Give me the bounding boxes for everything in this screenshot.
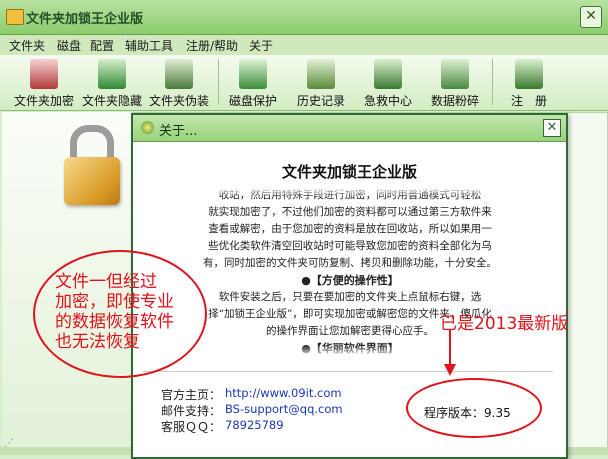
- product-name: 文件夹加锁王企业版: [281, 163, 417, 181]
- intro-line: 些优化类软件清空回收站时可能导致您加密的资料全部化为乌: [208, 240, 492, 252]
- dialog-close-button[interactable]: ✕: [543, 119, 561, 137]
- annotation-line: 加密，即使专业: [55, 292, 174, 312]
- tool-disk-protect-button[interactable]: 磁盘保护: [226, 55, 280, 110]
- tool-label: 注 册: [510, 94, 547, 108]
- folder-encrypt-icon: [30, 59, 58, 89]
- folder-disguise-icon: [165, 59, 193, 89]
- toolbar: 文件夹加密 文件夹隐藏 文件夹伪装 磁盘保护 历史记录 急救中心 数据粉碎 注 …: [0, 55, 608, 111]
- register-icon: [515, 59, 543, 89]
- intro-section-heading: ●【方便的操作性】: [301, 274, 399, 287]
- window-close-button[interactable]: ✕: [580, 6, 602, 28]
- window-title: 文件夹加锁王企业版: [26, 12, 144, 27]
- annotation-line: 也无法恢复: [55, 332, 140, 352]
- tool-data-shred-button[interactable]: 数据粉碎: [428, 55, 482, 110]
- tool-label: 历史记录: [296, 94, 345, 108]
- history-icon: [307, 59, 335, 89]
- intro-line: 查看或解密，由于您加密的资料是放在回收站，所以如果用一: [208, 223, 492, 235]
- qq-value: 78925789: [225, 418, 284, 432]
- tool-rescue-button[interactable]: 急救中心: [361, 55, 415, 110]
- annotation-line: 文件一但经过: [55, 272, 157, 292]
- dialog-titlebar: 关于... ✕: [133, 115, 566, 142]
- annotation-arrow: [444, 330, 456, 376]
- annotation-line: 的数据恢复软件: [55, 312, 174, 332]
- fade-bottom: [151, 345, 549, 357]
- toolbar-separator: [492, 59, 493, 105]
- fade-top: [151, 187, 549, 197]
- qq-label: 客服ＱＱ：: [161, 420, 222, 434]
- homepage-link[interactable]: http://www.09it.com: [225, 386, 342, 400]
- menu-tools[interactable]: 辅助工具: [125, 37, 173, 54]
- tool-label: 文件夹加密: [13, 94, 74, 108]
- divider: [143, 371, 553, 372]
- tool-history-button[interactable]: 历史记录: [294, 55, 348, 110]
- menu-bar: 文件夹 磁盘 配置 辅助工具 注册/帮助 关于: [0, 35, 608, 55]
- menu-folder[interactable]: 文件夹: [9, 37, 45, 54]
- annotation-left-text: 文件一但经过 加密，即使专业 的数据恢复软件 也无法恢复: [55, 272, 174, 352]
- folder-hide-icon: [98, 59, 126, 89]
- annotation-circle-right: [406, 378, 542, 438]
- tool-folder-encrypt-button[interactable]: 文件夹加密: [13, 55, 75, 110]
- leaf-icon: [141, 121, 154, 134]
- rescue-icon: [374, 59, 402, 89]
- tool-folder-disguise-button[interactable]: 文件夹伪装: [148, 55, 210, 110]
- tool-label: 数据粉碎: [430, 94, 479, 108]
- menu-register-help[interactable]: 注册/帮助: [186, 37, 238, 54]
- tool-label: 文件夹隐藏: [81, 94, 142, 108]
- padlock-body: [64, 157, 120, 205]
- tool-register-button[interactable]: 注 册: [502, 55, 556, 110]
- toolbar-separator: [218, 59, 219, 105]
- homepage-label: 官方主页：: [161, 388, 222, 402]
- intro-line: 软件安装之后，只要在要加密的文件夹上点鼠标右键，选: [218, 291, 482, 303]
- app-folder-icon: [6, 9, 24, 25]
- disk-protect-icon: [239, 59, 267, 89]
- intro-line: 就实现加密了，不过他们加密的资料都可以通过第三方软件来: [208, 206, 492, 218]
- tool-label: 急救中心: [363, 94, 412, 108]
- menu-about[interactable]: 关于: [249, 37, 273, 54]
- resize-grip-icon: ⋰: [4, 438, 14, 449]
- email-link[interactable]: BS-support@qq.com: [225, 402, 343, 416]
- window-titlebar: 文件夹加锁王企业版 ✕: [0, 0, 608, 35]
- email-label: 邮件支持：: [161, 404, 222, 418]
- tool-folder-hide-button[interactable]: 文件夹隐藏: [80, 55, 144, 110]
- data-shred-icon: [441, 59, 469, 89]
- dialog-title: 关于...: [159, 124, 198, 139]
- intro-line: 有，同时加密的文件夹可防复制、拷贝和删除功能，十分安全。: [203, 257, 497, 269]
- menu-config[interactable]: 配置: [90, 37, 114, 54]
- tool-label: 磁盘保护: [228, 94, 277, 108]
- menu-disk[interactable]: 磁盘: [57, 37, 81, 54]
- tool-label: 文件夹伪装: [148, 94, 209, 108]
